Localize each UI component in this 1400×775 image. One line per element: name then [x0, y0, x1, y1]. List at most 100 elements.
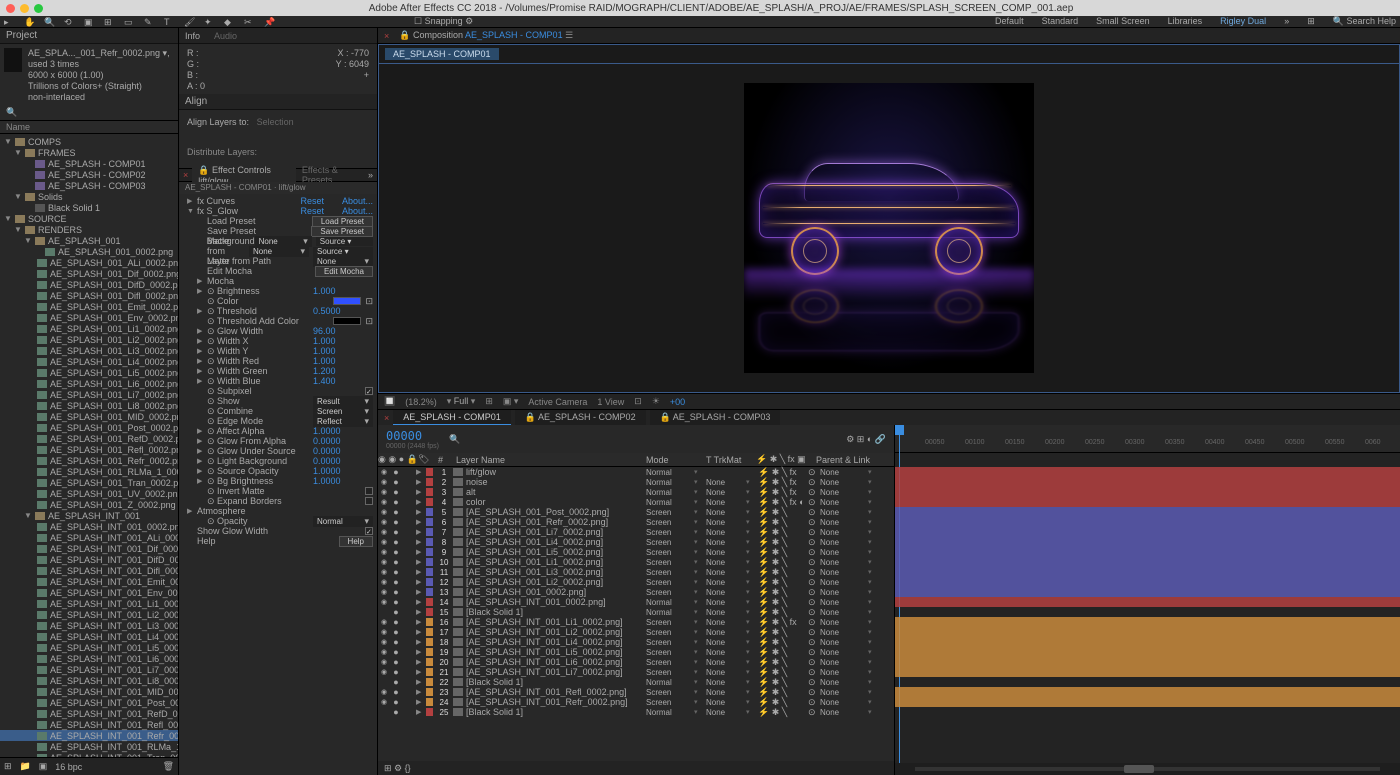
tree-item[interactable]: AE_SPLASH_001_Li1_0002.png [0, 323, 178, 334]
pan-behind-tool-icon[interactable]: ⊞ [104, 17, 116, 27]
new-comp-icon[interactable]: ▣ [39, 761, 48, 772]
fx-property[interactable]: ▶⊙ Bg Brightness1.0000 [183, 476, 373, 486]
tree-item[interactable]: AE_SPLASH_INT_001_Li8_0002.png [0, 675, 178, 686]
tree-item[interactable]: AE_SPLASH_001_Refl_0002.png [0, 444, 178, 455]
tree-item[interactable]: AE_SPLASH_001_Dif_0002.png [0, 268, 178, 279]
tree-item[interactable]: AE_SPLASH_001_Difl_0002.png [0, 290, 178, 301]
timeline-layer[interactable]: ◉●▶24[AE_SPLASH_INT_001_Refr_0002.png]Sc… [378, 697, 894, 707]
fx-property[interactable]: Load PresetLoad Preset [183, 216, 373, 226]
bpc-toggle[interactable]: 16 bpc [55, 762, 82, 772]
timeline-layer[interactable]: ●▶22[Black Solid 1]Normal▾None▾⚡ ✱ ╲ ⊙No… [378, 677, 894, 687]
close-tab-icon[interactable]: × [183, 170, 188, 180]
magnify-icon[interactable]: 🔲 [384, 396, 395, 407]
zoom-dropdown[interactable]: (18.2%) [405, 397, 437, 407]
selection-tool-icon[interactable]: ▸ [4, 17, 16, 27]
scrub-thumb[interactable] [1124, 765, 1154, 773]
tree-item[interactable]: AE_SPLASH_001_Refr_0002.png [0, 455, 178, 466]
tree-item[interactable]: AE_SPLASH_001_Tran_0002.png [0, 477, 178, 488]
tree-item[interactable]: ▼COMPS [0, 136, 178, 147]
search-help[interactable]: 🔍 Search Help [1333, 16, 1396, 27]
fx-property[interactable]: ▶⊙ Source Opacity1.0000 [183, 466, 373, 476]
fx-property[interactable]: ⊙ Expand Borders [183, 496, 373, 506]
layer-bar[interactable] [895, 517, 1400, 527]
panel-menu-icon[interactable]: » [368, 170, 373, 180]
layer-bar[interactable] [895, 637, 1400, 647]
fx-property[interactable]: ▶⊙ Brightness1.000 [183, 286, 373, 296]
eraser-tool-icon[interactable]: ◆ [224, 17, 236, 27]
tree-item[interactable]: AE_SPLASH_001_DifD_0002.png [0, 279, 178, 290]
tree-item[interactable]: AE_SPLASH_001_Li4_0002.png [0, 356, 178, 367]
fx-property[interactable]: ▶Atmosphere [183, 506, 373, 516]
tree-item[interactable]: AE_SPLASH_INT_001_0002.png [0, 521, 178, 532]
tree-item[interactable]: AE_SPLASH_001_Li7_0002.png [0, 389, 178, 400]
timeline-layer[interactable]: ◉●▶4colorNormal▾None▾⚡ ✱ ╲ fx ◐⊙None▾ [378, 497, 894, 507]
rect-tool-icon[interactable]: ▭ [124, 17, 136, 27]
fx-property[interactable]: ▶⊙ Light Background0.0000 [183, 456, 373, 466]
tree-item[interactable]: AE_SPLASH_INT_001_Li6_0002.png [0, 653, 178, 664]
min-dot[interactable] [20, 4, 29, 13]
layer-bar[interactable] [895, 657, 1400, 667]
close-tl-icon[interactable]: × [384, 413, 389, 423]
tree-item[interactable]: AE_SPLASH_INT_001_Emit_0002.png [0, 576, 178, 587]
timeline-layer[interactable]: ◉●▶14[AE_SPLASH_INT_001_0002.png]Normal▾… [378, 597, 894, 607]
tree-item[interactable]: AE_SPLASH_INT_001_Li3_0002.png [0, 620, 178, 631]
timeline-layer[interactable]: ◉●▶10[AE_SPLASH_001_Li1_0002.png]Screen▾… [378, 557, 894, 567]
timeline-layer[interactable]: ◉●▶16[AE_SPLASH_INT_001_Li1_0002.png]Scr… [378, 617, 894, 627]
tree-item[interactable]: AE_SPLASH_001_Env_0002.png [0, 312, 178, 323]
layer-bar[interactable] [895, 667, 1400, 677]
tree-item[interactable]: AE_SPLASH_INT_001_Li5_0002.png [0, 642, 178, 653]
timeline-layer[interactable]: ◉●▶18[AE_SPLASH_INT_001_Li4_0002.png]Scr… [378, 637, 894, 647]
fx-property[interactable]: ▶⊙ Threshold0.5000 [183, 306, 373, 316]
close-comp-icon[interactable]: × [384, 31, 389, 41]
type-tool-icon[interactable]: T [164, 17, 176, 27]
pen-tool-icon[interactable]: ✎ [144, 17, 156, 27]
layer-bar[interactable] [895, 547, 1400, 557]
fx-property[interactable]: ▶fx CurvesResetAbout... [183, 196, 373, 206]
fx-property[interactable]: ▶⊙ Width Red1.000 [183, 356, 373, 366]
timeline-layer[interactable]: ◉●▶23[AE_SPLASH_INT_001_Refl_0002.png]Sc… [378, 687, 894, 697]
close-dot[interactable] [6, 4, 15, 13]
timeline-layer[interactable]: ●▶15[Black Solid 1]Normal▾None▾⚡ ✱ ╲ ⊙No… [378, 607, 894, 617]
ws-small[interactable]: Small Screen [1096, 16, 1150, 27]
interpret-icon[interactable]: ⊞ [4, 761, 12, 772]
tree-item[interactable]: AE_SPLASH_INT_001_Li7_0002.png [0, 664, 178, 675]
fx-property[interactable]: ▶⊙ Glow Width96.00 [183, 326, 373, 336]
fx-property[interactable]: ▶⊙ Width Y1.000 [183, 346, 373, 356]
fx-property[interactable]: ▶⊙ Affect Alpha1.0000 [183, 426, 373, 436]
tree-item[interactable]: ▼RENDERS [0, 224, 178, 235]
tree-item[interactable]: AE_SPLASH - COMP02 [0, 169, 178, 180]
fx-property[interactable]: ▶⊙ Width Green1.200 [183, 366, 373, 376]
tree-item[interactable]: AE_SPLASH_INT_001_RefD_0002.png [0, 708, 178, 719]
tl-tab-1[interactable]: AE_SPLASH - COMP01 [393, 410, 511, 425]
timeline-layer[interactable]: ◉●▶6[AE_SPLASH_001_Refr_0002.png]Screen▾… [378, 517, 894, 527]
snapping-toggle[interactable]: ☐ Snapping ⚙ [414, 16, 473, 27]
timeline-layer[interactable]: ◉●▶2noiseNormal▾None▾⚡ ✱ ╲ fx⊙None▾ [378, 477, 894, 487]
tree-item[interactable]: ▼AE_SPLASH_001 [0, 235, 178, 246]
composition-viewer[interactable] [378, 63, 1400, 393]
tree-item[interactable]: AE_SPLASH_INT_001_RLMa_1_0002.png [0, 741, 178, 752]
timeline-layer[interactable]: ◉●▶1lift/glowNormal▾⚡ ✱ ╲ fx⊙None▾ [378, 467, 894, 477]
search-layers-icon[interactable]: 🔍 [449, 434, 460, 445]
tree-item[interactable]: AE_SPLASH_001_UV_0002.png [0, 488, 178, 499]
fx-property[interactable]: Matte from PathNone▾ [183, 256, 373, 266]
layer-bar[interactable] [895, 537, 1400, 547]
effect-controls-body[interactable]: ▶fx CurvesResetAbout...▼fx S_GlowResetAb… [179, 194, 377, 775]
tree-item[interactable]: AE_SPLASH_INT_001_Li2_0002.png [0, 609, 178, 620]
max-dot[interactable] [34, 4, 43, 13]
tree-item[interactable]: ▼SOURCE [0, 213, 178, 224]
puppet-tool-icon[interactable]: 📌 [264, 17, 276, 27]
project-search[interactable]: 🔍 [0, 104, 178, 120]
timeline-layer[interactable]: ◉●▶7[AE_SPLASH_001_Li7_0002.png]Screen▾N… [378, 527, 894, 537]
align-panel-header[interactable]: Align [179, 94, 377, 110]
timeline-layer[interactable]: ●▶25[Black Solid 1]Normal▾None▾⚡ ✱ ╲ ⊙No… [378, 707, 894, 717]
layer-bar[interactable] [895, 477, 1400, 487]
tree-item[interactable]: AE_SPLASH_001_RefD_0002.png [0, 433, 178, 444]
zoom-scrubber[interactable] [895, 763, 1400, 775]
fx-property[interactable]: ▶⊙ Width X1.000 [183, 336, 373, 346]
timeline-layer[interactable]: ◉●▶5[AE_SPLASH_001_Post_0002.png]Screen▾… [378, 507, 894, 517]
hand-tool-icon[interactable]: ✋ [24, 17, 36, 27]
tree-item[interactable]: AE_SPLASH_INT_001_Env_0002.png [0, 587, 178, 598]
trash-icon[interactable]: 🗑 [163, 761, 174, 772]
project-tree[interactable]: ▼COMPS▼FRAMESAE_SPLASH - COMP01AE_SPLASH… [0, 134, 178, 757]
fx-property[interactable]: ⊙ Invert Matte [183, 486, 373, 496]
